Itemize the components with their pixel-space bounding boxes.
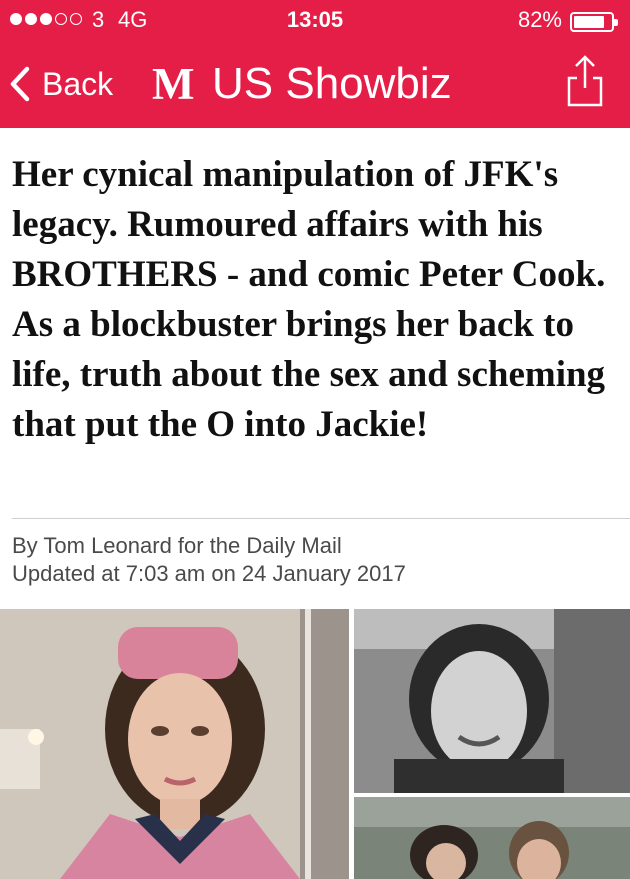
share-button[interactable] bbox=[560, 54, 610, 110]
status-bar: 3 4G 13:05 82% bbox=[0, 0, 630, 40]
battery-icon bbox=[570, 12, 618, 32]
article-headline: Her cynical manipulation of JFK's legacy… bbox=[12, 154, 606, 445]
couple-photo[interactable] bbox=[354, 797, 630, 879]
battery-fill bbox=[574, 16, 604, 28]
section-title: US Showbiz bbox=[212, 59, 452, 108]
chevron-left-icon bbox=[10, 66, 30, 102]
portrait-photo[interactable] bbox=[354, 609, 630, 793]
battery-percent: 82% bbox=[517, 7, 562, 32]
main-photo[interactable] bbox=[0, 609, 349, 879]
back-label: Back bbox=[42, 65, 114, 102]
daily-mail-logo: M bbox=[152, 59, 195, 109]
share-icon bbox=[567, 55, 603, 107]
divider bbox=[12, 518, 630, 519]
article-updated: Updated at 7:03 am on 24 January 2017 bbox=[12, 561, 406, 586]
back-button[interactable]: Back bbox=[8, 56, 113, 112]
article-byline: By Tom Leonard for the Daily Mail bbox=[12, 533, 342, 558]
app-header: 3 4G 13:05 82% Back M US Showbiz bbox=[0, 0, 630, 128]
